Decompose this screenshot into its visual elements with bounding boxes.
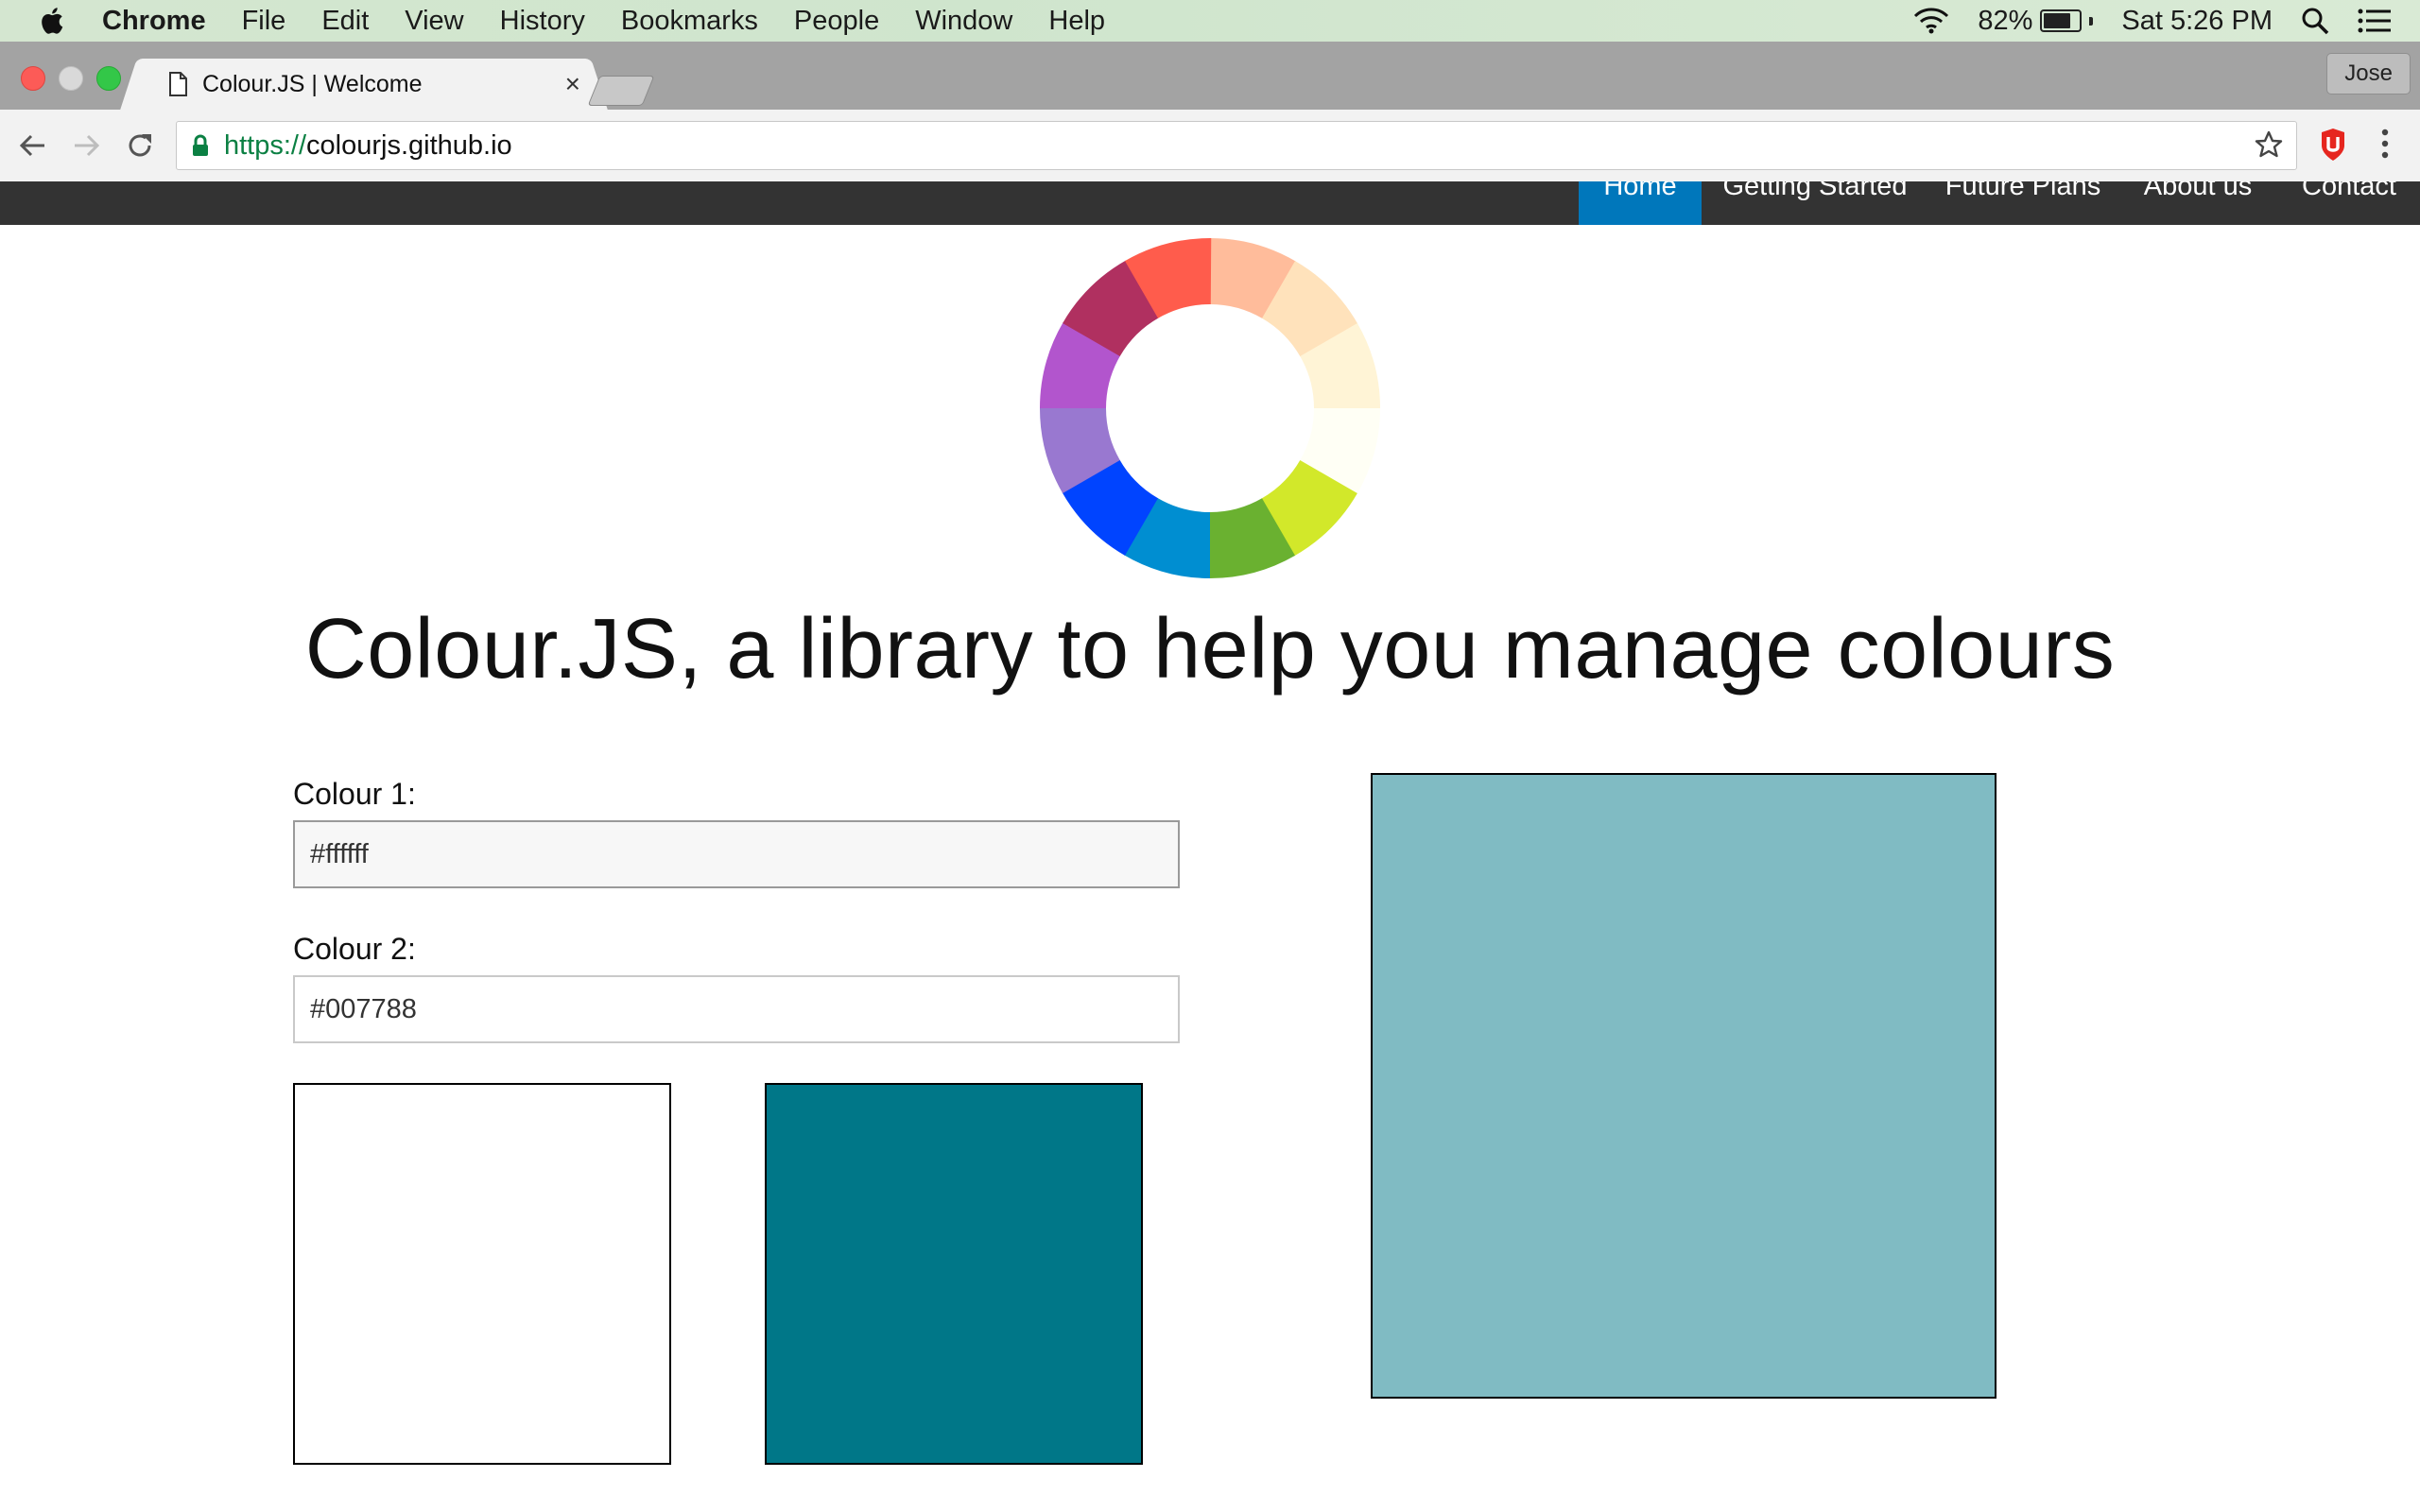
menu-edit[interactable]: Edit — [321, 6, 369, 37]
back-button[interactable] — [13, 127, 51, 164]
battery-percent: 82% — [1978, 5, 2033, 36]
back-arrow-icon — [19, 134, 44, 157]
colour1-swatch — [293, 1083, 671, 1465]
bookmark-star-icon[interactable] — [2255, 130, 2283, 159]
nav-about-us[interactable]: About us — [2127, 181, 2269, 225]
window-close-button[interactable] — [21, 66, 45, 91]
battery-icon — [2040, 9, 2083, 32]
menu-history[interactable]: History — [500, 6, 585, 37]
address-bar[interactable]: https://colourjs.github.io — [176, 121, 2297, 170]
wifi-icon[interactable] — [1913, 7, 1949, 35]
window-zoom-button[interactable] — [96, 66, 121, 91]
nav-contact[interactable]: Contact — [2288, 181, 2411, 225]
lock-icon[interactable] — [192, 134, 209, 157]
spotlight-icon[interactable] — [2301, 7, 2329, 35]
menu-help[interactable]: Help — [1048, 6, 1105, 37]
menubar-clock[interactable]: Sat 5:26 PM — [2121, 6, 2273, 37]
menu-people[interactable]: People — [794, 6, 879, 37]
menu-view[interactable]: View — [405, 6, 463, 37]
nav-future-plans[interactable]: Future Plans — [1938, 181, 2108, 225]
profile-button[interactable]: Jose — [2326, 53, 2411, 94]
apple-icon[interactable] — [38, 6, 64, 36]
menu-file[interactable]: File — [242, 6, 286, 37]
browser-tab-active[interactable]: Colour.JS | Welcome × — [142, 59, 586, 110]
reload-icon — [129, 134, 151, 157]
colour2-input[interactable] — [293, 975, 1180, 1043]
nav-home[interactable]: Home — [1579, 181, 1702, 225]
page-headline: Colour.JS, a library to help you manage … — [304, 602, 2116, 696]
forward-arrow-icon — [75, 134, 100, 157]
url-host: colourjs.github.io — [306, 129, 512, 161]
tab-title: Colour.JS | Welcome — [202, 70, 423, 97]
site-navbar: Home Getting Started Future Plans About … — [0, 181, 2420, 225]
page-icon — [169, 72, 187, 96]
menubar-status-area: 82% Sat 5:26 PM — [1913, 0, 2420, 42]
browser-toolbar: https://colourjs.github.io — [0, 110, 2420, 182]
battery-indicator[interactable]: 82% — [1978, 5, 2094, 37]
forward-button[interactable] — [68, 127, 106, 164]
nav-getting-started[interactable]: Getting Started — [1711, 181, 1919, 225]
menu-bookmarks[interactable]: Bookmarks — [621, 6, 758, 37]
colour2-swatch — [765, 1083, 1143, 1465]
menu-chrome[interactable]: Chrome — [102, 6, 206, 37]
colour1-label: Colour 1: — [293, 777, 416, 811]
colour1-input[interactable] — [293, 820, 1180, 888]
macos-menu-bar: Chrome File Edit View History Bookmarks … — [0, 0, 2420, 42]
window-minimize-button[interactable] — [59, 66, 83, 91]
url-scheme: https:// — [224, 129, 307, 161]
colour2-label: Colour 2: — [293, 932, 416, 966]
mixed-colour-swatch — [1371, 773, 1996, 1399]
reload-button[interactable] — [121, 127, 159, 164]
new-tab-button[interactable] — [587, 76, 655, 106]
notification-center-icon[interactable] — [2358, 8, 2392, 34]
extension-icon[interactable] — [2316, 127, 2350, 163]
chrome-menu-icon[interactable] — [2378, 127, 2392, 161]
tab-close-icon[interactable]: × — [565, 69, 580, 99]
browser-tab-strip: Colour.JS | Welcome × Jose — [0, 42, 2420, 110]
colour-wheel-logo — [1040, 238, 1380, 578]
menu-window[interactable]: Window — [915, 6, 1012, 37]
